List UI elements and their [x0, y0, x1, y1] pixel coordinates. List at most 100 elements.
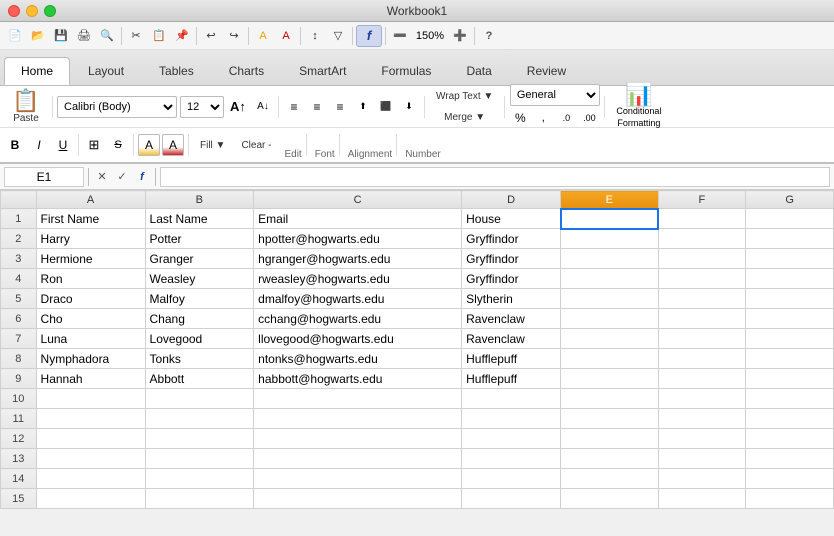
cell-9E[interactable]: [561, 369, 658, 389]
cell-7C[interactable]: llovegood@hogwarts.edu: [254, 329, 462, 349]
cell-10D[interactable]: [462, 389, 561, 409]
tab-data[interactable]: Data: [449, 57, 508, 85]
cell-9C[interactable]: habbott@hogwarts.edu: [254, 369, 462, 389]
cell-9F[interactable]: [658, 369, 746, 389]
cell-11F[interactable]: [658, 409, 746, 429]
row-number-4[interactable]: 4: [1, 269, 37, 289]
cell-1A[interactable]: First Name: [36, 209, 145, 229]
help-button[interactable]: ?: [478, 25, 500, 47]
cell-4G[interactable]: [746, 269, 834, 289]
cell-3E[interactable]: [561, 249, 658, 269]
cell-9A[interactable]: Hannah: [36, 369, 145, 389]
cell-1E[interactable]: [561, 209, 658, 229]
cell-11E[interactable]: [561, 409, 658, 429]
tab-charts[interactable]: Charts: [212, 57, 281, 85]
redo-button[interactable]: ↪: [223, 25, 245, 47]
cell-12A[interactable]: [36, 429, 145, 449]
cell-4D[interactable]: Gryffindor: [462, 269, 561, 289]
fill-button[interactable]: Fill ▼: [193, 132, 232, 158]
align-center-button[interactable]: ≡: [306, 96, 328, 118]
formula-input[interactable]: [160, 167, 830, 187]
function-button[interactable]: f: [356, 25, 382, 47]
cancel-formula-button[interactable]: ✕: [93, 168, 111, 186]
cell-10F[interactable]: [658, 389, 746, 409]
col-header-d[interactable]: D: [462, 191, 561, 209]
undo-button[interactable]: ↩: [200, 25, 222, 47]
cell-7F[interactable]: [658, 329, 746, 349]
paste-big-button[interactable]: 📋 Paste: [4, 81, 48, 133]
cell-15E[interactable]: [561, 489, 658, 509]
close-button[interactable]: [8, 5, 20, 17]
cell-10B[interactable]: [145, 389, 254, 409]
cell-9D[interactable]: Hufflepuff: [462, 369, 561, 389]
align-middle-button[interactable]: ⬛: [375, 96, 397, 118]
cell-13G[interactable]: [746, 449, 834, 469]
col-header-e[interactable]: E: [561, 191, 658, 209]
strikethrough-button[interactable]: S: [107, 134, 129, 156]
number-format-select[interactable]: General Number Currency Short Date Long …: [510, 84, 600, 106]
cell-14A[interactable]: [36, 469, 145, 489]
print-preview-button[interactable]: 🔍: [96, 25, 118, 47]
cell-1B[interactable]: Last Name: [145, 209, 254, 229]
cell-2G[interactable]: [746, 229, 834, 249]
cut-button[interactable]: ✂: [125, 25, 147, 47]
cell-2B[interactable]: Potter: [145, 229, 254, 249]
new-button[interactable]: 📄: [4, 25, 26, 47]
cell-reference-input[interactable]: [4, 167, 84, 187]
cell-6F[interactable]: [658, 309, 746, 329]
cell-4C[interactable]: rweasley@hogwarts.edu: [254, 269, 462, 289]
cell-3G[interactable]: [746, 249, 834, 269]
cell-15A[interactable]: [36, 489, 145, 509]
cell-8C[interactable]: ntonks@hogwarts.edu: [254, 349, 462, 369]
cell-4F[interactable]: [658, 269, 746, 289]
cell-2C[interactable]: hpotter@hogwarts.edu: [254, 229, 462, 249]
confirm-formula-button[interactable]: ✓: [113, 168, 131, 186]
save-button[interactable]: 💾: [50, 25, 72, 47]
filter-button[interactable]: ▽: [327, 25, 349, 47]
cell-14B[interactable]: [145, 469, 254, 489]
cell-5C[interactable]: dmalfoy@hogwarts.edu: [254, 289, 462, 309]
row-number-12[interactable]: 12: [1, 429, 37, 449]
fill-color-button[interactable]: A: [252, 25, 274, 47]
cell-13B[interactable]: [145, 449, 254, 469]
cell-13E[interactable]: [561, 449, 658, 469]
cell-14G[interactable]: [746, 469, 834, 489]
cell-12F[interactable]: [658, 429, 746, 449]
align-top-button[interactable]: ⬆: [352, 96, 374, 118]
cell-9B[interactable]: Abbott: [145, 369, 254, 389]
cell-5B[interactable]: Malfoy: [145, 289, 254, 309]
cell-7E[interactable]: [561, 329, 658, 349]
font-family-select[interactable]: Calibri (Body): [57, 96, 177, 118]
cell-12D[interactable]: [462, 429, 561, 449]
cell-8E[interactable]: [561, 349, 658, 369]
cell-6B[interactable]: Chang: [145, 309, 254, 329]
row-number-13[interactable]: 13: [1, 449, 37, 469]
cell-11D[interactable]: [462, 409, 561, 429]
open-button[interactable]: 📂: [27, 25, 49, 47]
cell-8G[interactable]: [746, 349, 834, 369]
col-header-f[interactable]: F: [658, 191, 746, 209]
insert-function-button[interactable]: f: [133, 168, 151, 186]
row-number-3[interactable]: 3: [1, 249, 37, 269]
col-header-b[interactable]: B: [145, 191, 254, 209]
cell-2D[interactable]: Gryffindor: [462, 229, 561, 249]
cell-8A[interactable]: Nymphadora: [36, 349, 145, 369]
cell-14E[interactable]: [561, 469, 658, 489]
cell-12E[interactable]: [561, 429, 658, 449]
underline-button[interactable]: U: [52, 134, 74, 156]
cell-8D[interactable]: Hufflepuff: [462, 349, 561, 369]
cell-9G[interactable]: [746, 369, 834, 389]
cell-12C[interactable]: [254, 429, 462, 449]
row-number-14[interactable]: 14: [1, 469, 37, 489]
cell-1D[interactable]: House: [462, 209, 561, 229]
zoom-out-button[interactable]: ➖: [389, 25, 411, 47]
cell-5A[interactable]: Draco: [36, 289, 145, 309]
tab-tables[interactable]: Tables: [142, 57, 211, 85]
cell-13C[interactable]: [254, 449, 462, 469]
cell-5D[interactable]: Slytherin: [462, 289, 561, 309]
cell-11B[interactable]: [145, 409, 254, 429]
align-bottom-button[interactable]: ⬇: [398, 96, 420, 118]
cell-6E[interactable]: [561, 309, 658, 329]
font-size-select[interactable]: 12 10 11 14 16 18: [180, 96, 224, 118]
cell-13D[interactable]: [462, 449, 561, 469]
